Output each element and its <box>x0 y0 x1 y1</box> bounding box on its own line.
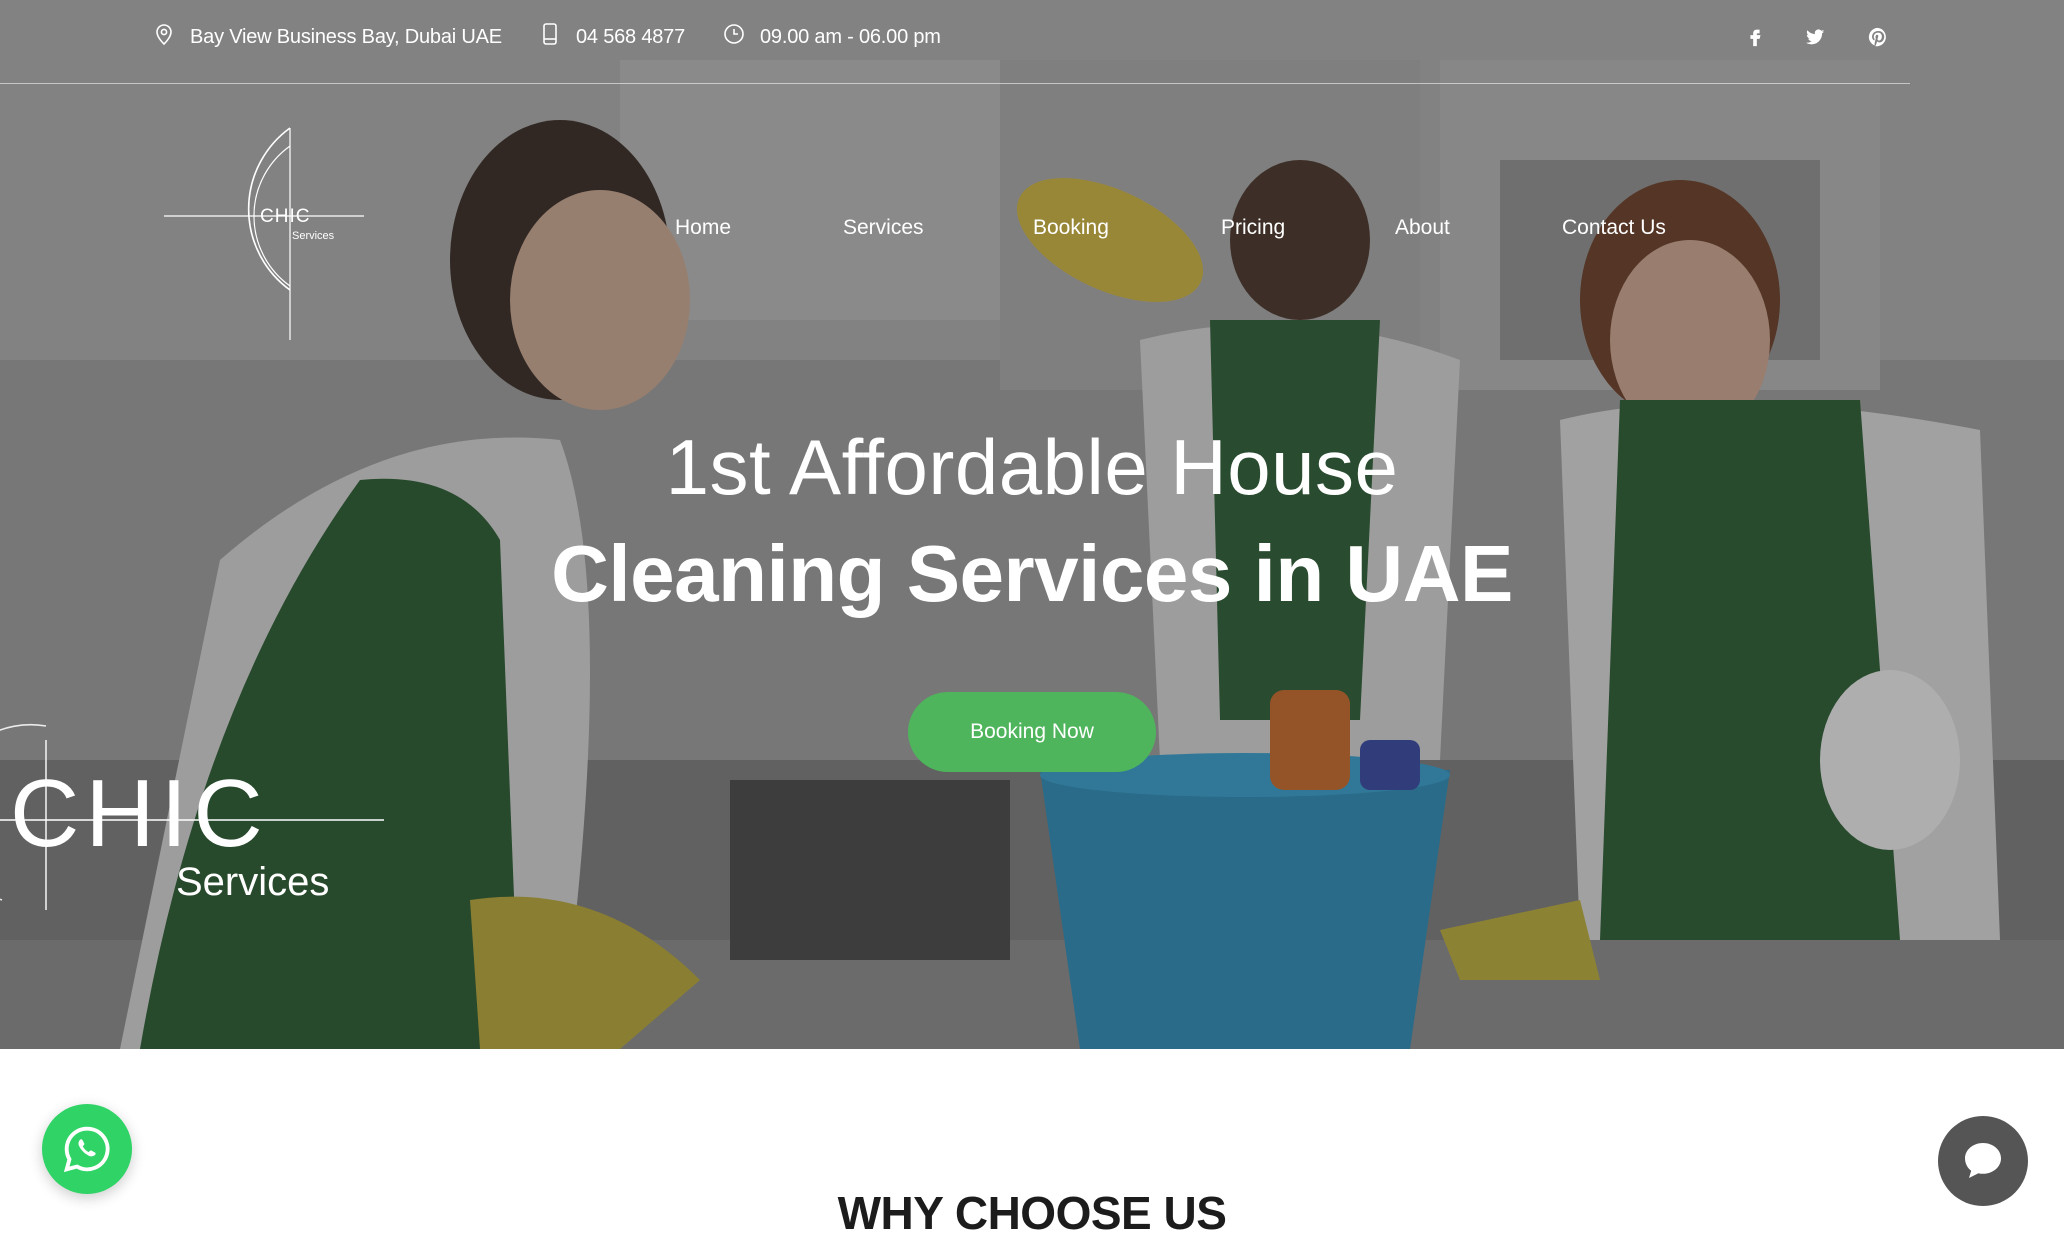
phone-text[interactable]: 04 568 4877 <box>576 26 685 49</box>
phone-icon <box>538 22 562 52</box>
chat-widget-button[interactable] <box>1938 1116 2028 1206</box>
watermark-name: CHIC <box>10 760 269 867</box>
hours-text: 09.00 am - 06.00 pm <box>760 25 941 48</box>
hours-info: 09.00 am - 06.00 pm <box>722 20 941 54</box>
phone-info[interactable]: 04 568 4877 <box>538 20 685 54</box>
nav-services[interactable]: Services <box>843 216 924 240</box>
site-logo[interactable]: CHIC Services <box>160 126 370 342</box>
map-pin-icon <box>152 22 176 52</box>
nav-about[interactable]: About <box>1395 216 1450 240</box>
address-info: Bay View Business Bay, Dubai UAE <box>152 20 502 54</box>
facebook-icon[interactable] <box>1738 20 1772 54</box>
hero-headline-light: 1st Affordable House <box>665 423 1399 511</box>
top-info-bar: Bay View Business Bay, Dubai UAE 04 568 … <box>0 0 2064 84</box>
hero-section: Bay View Business Bay, Dubai UAE 04 568 … <box>0 0 2064 1049</box>
logo-name: CHIC <box>260 206 311 227</box>
nav-pricing[interactable]: Pricing <box>1221 216 1285 240</box>
why-choose-us-heading: WHY CHOOSE US <box>837 1187 1227 1236</box>
twitter-icon[interactable] <box>1798 20 1832 54</box>
whatsapp-icon <box>63 1126 110 1173</box>
pinterest-icon[interactable] <box>1861 20 1895 54</box>
chat-bubble-icon <box>1965 1143 2001 1178</box>
booking-now-button[interactable]: Booking Now <box>908 692 1156 772</box>
whatsapp-button[interactable] <box>42 1104 132 1194</box>
nav-contact-us[interactable]: Contact Us <box>1562 216 1666 240</box>
watermark-logo: CHIC Services <box>0 720 400 920</box>
topbar-divider <box>0 83 1910 84</box>
hero-headline-bold: Cleaning Services in UAE <box>551 529 1513 618</box>
nav-home[interactable]: Home <box>675 216 731 240</box>
address-text: Bay View Business Bay, Dubai UAE <box>190 25 502 48</box>
watermark-tagline: Services <box>176 860 330 904</box>
nav-booking[interactable]: Booking <box>1033 216 1109 240</box>
clock-icon <box>722 22 746 52</box>
logo-tagline: Services <box>292 230 335 242</box>
